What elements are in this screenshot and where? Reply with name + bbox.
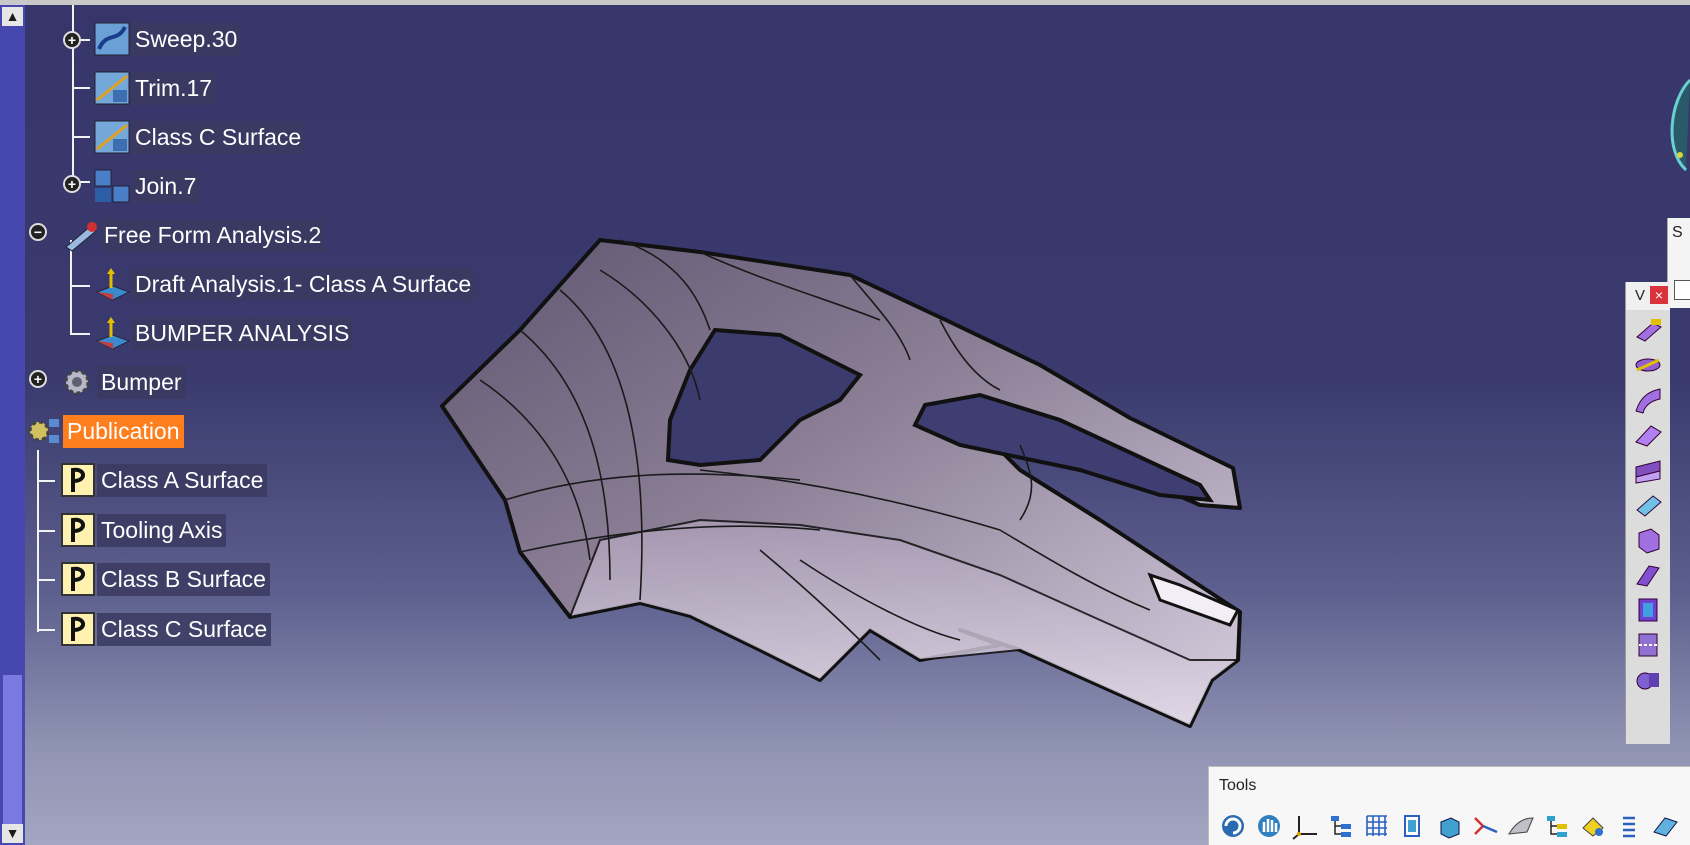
tree-connector — [72, 87, 90, 89]
blend-icon[interactable] — [1633, 455, 1663, 485]
tree-node-draft-analysis[interactable]: Draft Analysis.1- Class A Surface — [93, 266, 476, 302]
publication-icon — [25, 413, 63, 449]
part-body-gear-icon — [59, 364, 97, 400]
wing-surface-icon[interactable] — [1505, 811, 1537, 841]
tree-node-publication-class-a-surface[interactable]: Class A Surface — [59, 462, 268, 498]
tree-node-label: Sweep.30 — [131, 22, 242, 56]
tree-node-label: Class C Surface — [97, 612, 272, 646]
tree-connector — [37, 579, 55, 581]
compass-widget[interactable] — [1660, 60, 1690, 210]
tree-node-join-7[interactable]: Join.7 — [93, 168, 201, 204]
tree-node-bumper-analysis[interactable]: BUMPER ANALYSIS — [93, 315, 354, 351]
hand-pan-icon[interactable] — [1253, 811, 1285, 841]
tree-node-label: Join.7 — [131, 169, 201, 203]
assemble-icon[interactable] — [1633, 665, 1663, 695]
cut-curve-icon[interactable] — [1469, 811, 1501, 841]
draft-analysis-icon — [93, 315, 131, 351]
tree-node-trim-17[interactable]: Trim.17 — [93, 70, 217, 106]
structure-tree-icon[interactable] — [1541, 811, 1573, 841]
publication-item-icon — [59, 561, 97, 597]
tree-vertical-scrollbar[interactable]: ▲ ▼ — [0, 5, 25, 845]
thick-surface-icon[interactable] — [1633, 560, 1663, 590]
offset-icon[interactable] — [1633, 490, 1663, 520]
panel-field[interactable] — [1674, 280, 1690, 300]
scroll-down-button[interactable]: ▼ — [2, 824, 23, 843]
tree-node-label: Publication — [63, 414, 184, 448]
tree-node-label: Class C Surface — [131, 120, 306, 154]
tree-connector — [37, 530, 55, 532]
vertical-toolbar[interactable]: V × — [1625, 282, 1670, 744]
tree-node-publication-class-c-surface[interactable]: Class C Surface — [59, 611, 272, 647]
sweep-icon[interactable] — [1633, 385, 1663, 415]
tree-hierarchy-icon[interactable] — [1325, 811, 1357, 841]
panel-title: S — [1672, 224, 1683, 241]
tree-node-class-b-surface[interactable]: Class B Surface — [59, 562, 270, 596]
expand-toggle[interactable]: + — [63, 175, 81, 193]
extrude-icon[interactable] — [1633, 315, 1663, 345]
tree-connector — [72, 136, 90, 138]
list-icon[interactable] — [1613, 811, 1645, 841]
tree-node-class-c-surface[interactable]: Class C Surface — [93, 119, 306, 155]
join-icon — [93, 168, 131, 204]
tree-node-tooling-axis[interactable]: Tooling Axis — [59, 512, 227, 548]
body-icon[interactable] — [1397, 811, 1429, 841]
trim-surface-icon — [93, 70, 131, 106]
toolbar-title: Tools — [1219, 777, 1257, 794]
fill-icon[interactable] — [1633, 420, 1663, 450]
scroll-thumb[interactable] — [3, 675, 22, 825]
publication-item-icon — [59, 611, 97, 647]
tree-node-label: Trim.17 — [131, 71, 217, 105]
sew-surface-icon[interactable] — [1633, 630, 1663, 660]
revolve-icon[interactable] — [1633, 350, 1663, 380]
highlight-search-icon[interactable] — [1577, 811, 1609, 841]
tools-toolbar[interactable]: Tools — [1208, 766, 1690, 845]
cube-icon[interactable] — [1633, 525, 1663, 555]
close-icon[interactable]: × — [1650, 286, 1668, 304]
grid-icon[interactable] — [1361, 811, 1393, 841]
side-panel-fragment[interactable]: S — [1667, 218, 1690, 308]
tree-connector — [37, 480, 55, 482]
expand-toggle[interactable]: + — [29, 370, 47, 388]
collapse-toggle[interactable]: − — [29, 223, 47, 241]
close-surface-icon[interactable] — [1633, 595, 1663, 625]
tree-node-publication[interactable]: Publication — [25, 414, 184, 448]
tree-connector — [70, 240, 72, 335]
surface-plane-icon[interactable] — [1649, 811, 1681, 841]
publication-item-icon — [59, 512, 97, 548]
tree-node-label: Tooling Axis — [97, 513, 227, 547]
tree-node-sweep-30[interactable]: Sweep.30 — [93, 21, 242, 57]
tree-connector — [70, 333, 90, 335]
draft-analysis-icon — [93, 266, 131, 302]
scroll-up-button[interactable]: ▲ — [2, 7, 23, 26]
3d-viewport[interactable]: ▲ ▼ + + − + Sweep.30 Trim.17 Class C Sur… — [0, 0, 1690, 845]
tree-connector — [37, 629, 55, 631]
free-form-analysis-icon — [62, 217, 100, 253]
sweep-surface-icon — [93, 21, 131, 57]
axis-system-icon[interactable] — [1289, 811, 1321, 841]
tree-connector — [70, 285, 90, 287]
tree-node-label: Bumper — [97, 365, 186, 399]
tree-node-label: Class A Surface — [97, 463, 268, 497]
publication-item-icon — [59, 462, 97, 498]
update-icon[interactable] — [1217, 811, 1249, 841]
tree-connector — [37, 450, 39, 632]
tree-node-label: Free Form Analysis.2 — [100, 218, 326, 252]
tree-node-bumper[interactable]: Bumper — [59, 365, 186, 399]
tree-node-label: BUMPER ANALYSIS — [131, 316, 354, 350]
expand-toggle[interactable]: + — [63, 31, 81, 49]
box-icon[interactable] — [1433, 811, 1465, 841]
tree-node-label: Draft Analysis.1- Class A Surface — [131, 267, 476, 301]
tree-node-free-form-analysis-2[interactable]: Free Form Analysis.2 — [62, 217, 326, 253]
specification-tree[interactable]: + + − + Sweep.30 Trim.17 Class C Surface — [25, 5, 545, 665]
surface-icon — [93, 119, 131, 155]
tree-node-label: Class B Surface — [97, 562, 270, 596]
